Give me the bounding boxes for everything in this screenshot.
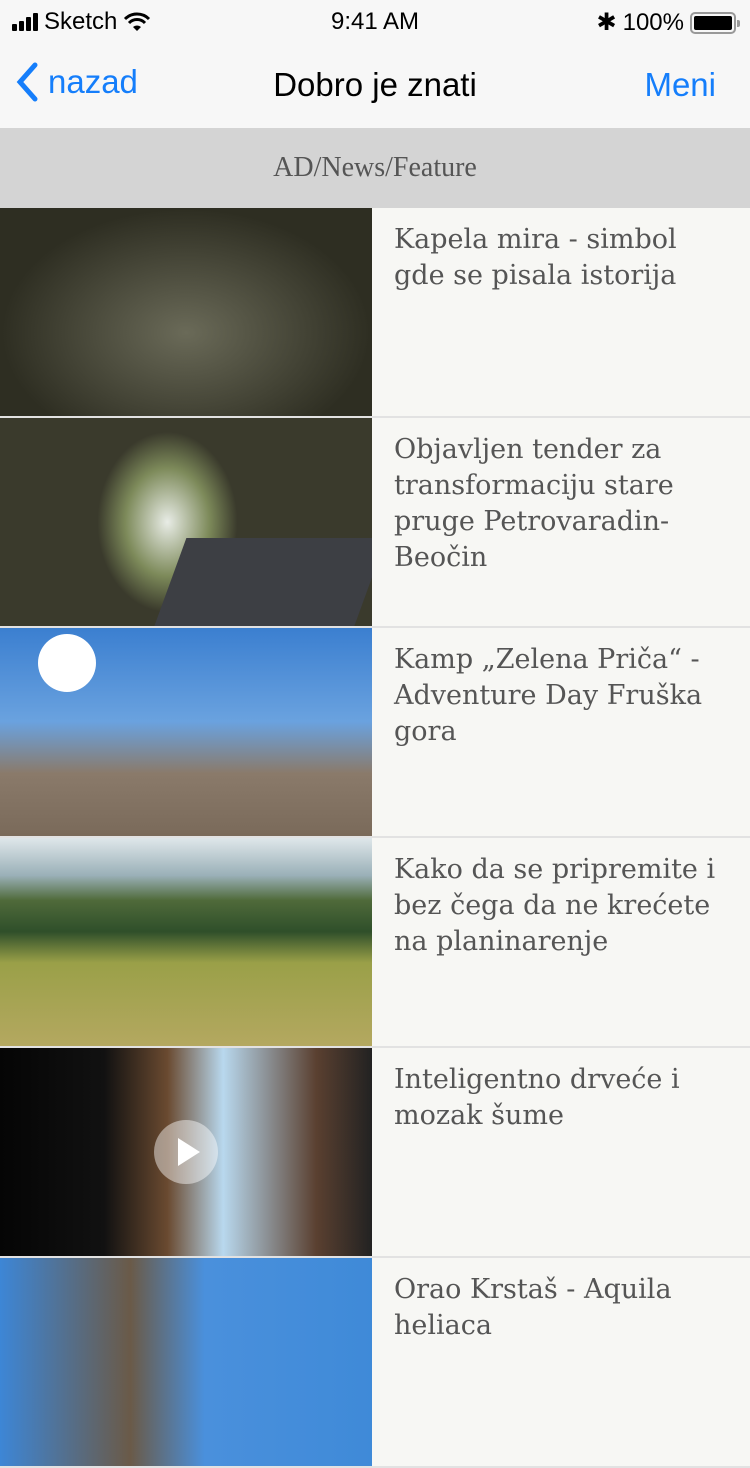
article-item[interactable]: Objavljen tender za transformaciju stare… (0, 418, 750, 628)
page-title: Dobro je znati (273, 66, 477, 103)
article-thumbnail (0, 1258, 372, 1466)
article-title: Kako da se pripremite i bez čega da ne k… (394, 854, 716, 957)
article-title: Kapela mira - simbol gde se pisala istor… (394, 224, 677, 291)
article-thumbnail (0, 418, 372, 626)
play-icon[interactable] (154, 1120, 218, 1184)
section-header: AD/News/Feature (0, 128, 750, 208)
article-title: Inteligentno drveće i mozak šume (394, 1064, 680, 1131)
navigation-bar: nazad Dobro je znati Meni (0, 44, 750, 128)
article-thumbnail (0, 208, 372, 416)
battery-percent: 100% (622, 8, 684, 36)
article-title: Orao Krstaš - Aquila heliaca (394, 1274, 672, 1341)
article-title: Objavljen tender za transformaciju stare… (394, 434, 674, 573)
article-item[interactable]: Kamp „Zelena Priča“ - Adventure Day Fruš… (0, 628, 750, 838)
article-item[interactable]: Kapela mira - simbol gde se pisala istor… (0, 208, 750, 418)
article-item[interactable]: Kako da se pripremite i bez čega da ne k… (0, 838, 750, 1048)
bluetooth-icon: ✱ (596, 9, 617, 36)
battery-icon (690, 11, 740, 34)
article-thumbnail (0, 628, 372, 836)
article-thumbnail (0, 1048, 372, 1256)
menu-button[interactable]: Meni (644, 66, 716, 104)
article-item[interactable]: Orao Krstaš - Aquila heliaca (0, 1258, 750, 1468)
article-item[interactable]: Inteligentno drveće i mozak šume (0, 1048, 750, 1258)
status-bar: Sketch 9:41 AM ✱ 100% (0, 0, 750, 44)
article-thumbnail (0, 838, 372, 1046)
article-title: Kamp „Zelena Priča“ - Adventure Day Fruš… (394, 644, 703, 747)
article-list: Kapela mira - simbol gde se pisala istor… (0, 208, 750, 1468)
